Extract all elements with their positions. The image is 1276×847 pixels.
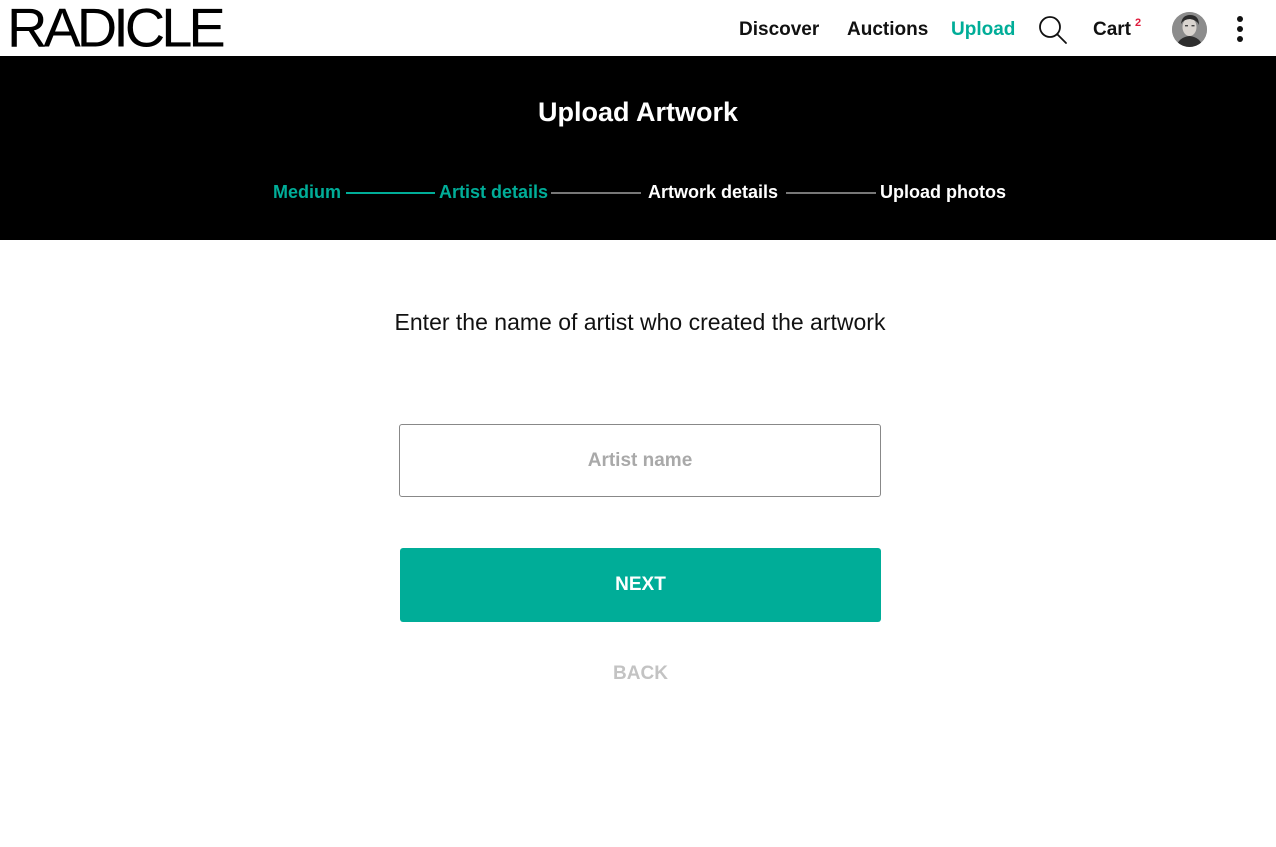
nav-auctions-link[interactable]: Auctions <box>847 18 928 42</box>
step-connector <box>551 192 641 194</box>
step-artist-details: Artist details <box>439 182 549 202</box>
artist-name-input[interactable] <box>399 424 881 497</box>
step-connector <box>346 192 435 194</box>
kebab-menu-icon[interactable] <box>1232 16 1248 44</box>
next-button[interactable]: NEXT <box>400 548 881 622</box>
step-medium[interactable]: Medium <box>273 181 341 203</box>
step-artwork-details: Artwork details <box>648 182 779 202</box>
search-icon[interactable] <box>1038 15 1068 45</box>
user-avatar[interactable] <box>1172 12 1207 47</box>
radicle-logo[interactable]: RADICLE <box>7 0 226 55</box>
back-button[interactable]: BACK <box>560 660 721 688</box>
cart-link[interactable]: Cart <box>1093 18 1131 42</box>
cart-count-badge: 2 <box>1135 17 1142 29</box>
step-upload-photos: Upload photos <box>880 182 1006 202</box>
step-connector <box>786 192 876 194</box>
nav-discover-link[interactable]: Discover <box>739 18 819 42</box>
artist-prompt: Enter the name of artist who created the… <box>394 309 886 335</box>
upload-header: Upload Artwork Medium Artist details Art… <box>0 56 1276 240</box>
nav-upload-link[interactable]: Upload <box>951 18 1015 42</box>
page-title: Upload Artwork <box>537 97 738 127</box>
top-navigation: RADICLE Discover Auctions Upload Cart 2 <box>0 0 1276 56</box>
